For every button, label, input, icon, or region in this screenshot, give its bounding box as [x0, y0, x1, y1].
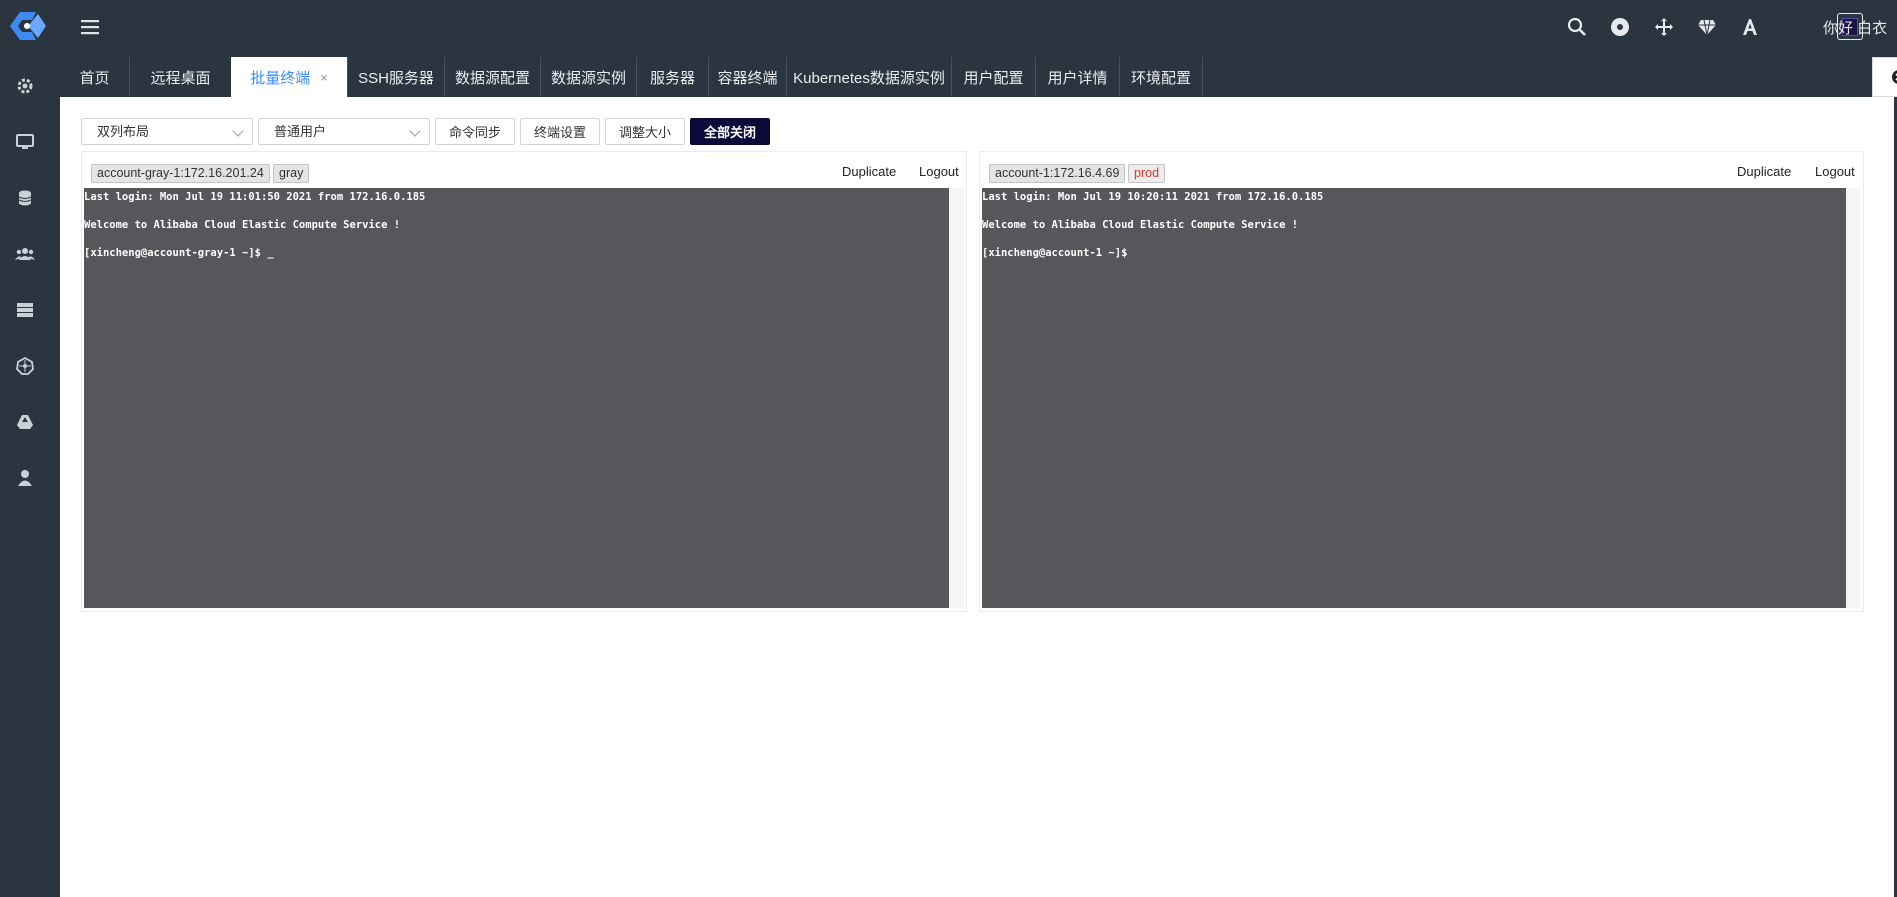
close-all-button[interactable]: 全部关闭: [690, 118, 770, 145]
duplicate-button[interactable]: Duplicate: [1737, 164, 1791, 179]
env-tag: gray: [273, 164, 310, 183]
command-sync-button[interactable]: 命令同步: [435, 118, 515, 145]
host-tag: account-gray-1:172.16.201.24: [91, 164, 270, 183]
drive-icon[interactable]: [13, 410, 37, 434]
tab-label: 服务器: [649, 69, 695, 87]
logout-button[interactable]: Logout: [919, 164, 959, 179]
tab-label: SSH服务器: [358, 69, 434, 87]
diamond-icon[interactable]: [1695, 15, 1719, 39]
terminal-screen[interactable]: Last login: Mon Jul 19 11:01:50 2021 fro…: [84, 188, 949, 608]
tab-container-terminal[interactable]: 容器终端: [708, 57, 786, 97]
terminal-prompt: [xincheng@account-gray-1 ~]$ _: [84, 247, 274, 259]
tab-label: 数据源实例: [550, 69, 626, 87]
terminal-settings-button[interactable]: 终端设置: [520, 118, 600, 145]
layout-select[interactable]: 双列布局: [81, 118, 253, 145]
env-tag: prod: [1128, 164, 1166, 183]
server-icon[interactable]: [13, 298, 37, 322]
tab-ssh-servers[interactable]: SSH服务器: [347, 57, 444, 97]
logout-button[interactable]: Logout: [1815, 164, 1855, 179]
tab-bar: 首页 远程桌面 批量终端 × SSH服务器 数据源配置 数据源实例 服务器 容器终…: [60, 57, 1897, 97]
terminal-scrollbar[interactable]: [950, 188, 964, 608]
tab-user-details[interactable]: 用户详情: [1035, 57, 1119, 97]
tab-label: 首页: [79, 69, 110, 87]
terminal-prompt: [xincheng@account-1 ~]$: [982, 247, 1128, 259]
tab-label: 远程桌面: [150, 69, 211, 87]
tab-home[interactable]: 首页: [60, 57, 129, 97]
host-tag: account-1:172.16.4.69: [989, 164, 1126, 183]
tab-label: 批量终端: [250, 69, 311, 87]
resize-button[interactable]: 调整大小: [605, 118, 685, 145]
tab-close-icon[interactable]: ×: [320, 70, 328, 85]
tab-remote-desktop[interactable]: 远程桌面: [129, 57, 231, 97]
tab-servers[interactable]: 服务器: [636, 57, 708, 97]
tab-label: 容器终端: [717, 69, 778, 87]
record-icon[interactable]: [1608, 15, 1632, 39]
monitor-icon[interactable]: [13, 130, 37, 154]
tab-user-config[interactable]: 用户配置: [951, 57, 1035, 97]
tab-actions: [1872, 57, 1897, 97]
duplicate-button[interactable]: Duplicate: [842, 164, 896, 179]
user-greeting[interactable]: 你好 白衣: [1823, 17, 1887, 38]
user-type-select[interactable]: 普通用户: [258, 118, 430, 145]
user-icon[interactable]: [13, 466, 37, 490]
tab-label: 环境配置: [1130, 69, 1191, 87]
close-all-tabs-icon[interactable]: [1891, 69, 1897, 90]
terminal-panel-header: account-1:172.16.4.69 prod Duplicate Log…: [980, 152, 1863, 188]
terminal-panel-header: account-gray-1:172.16.201.24 gray Duplic…: [82, 152, 966, 188]
tab-label: 用户详情: [1047, 69, 1108, 87]
chevron-down-icon: [409, 125, 421, 137]
font-icon[interactable]: [1738, 15, 1762, 39]
tab-datasource-config[interactable]: 数据源配置: [444, 57, 540, 97]
tab-label: 数据源配置: [454, 69, 530, 87]
terminal-line: Last login: Mon Jul 19 10:20:11 2021 fro…: [982, 191, 1324, 203]
user-type-select-value: 普通用户: [274, 124, 327, 139]
settings-icon[interactable]: [13, 74, 37, 98]
layout-select-value: 双列布局: [97, 124, 150, 139]
top-header: 你好 白衣: [60, 0, 1897, 57]
tab-batch-terminal[interactable]: 批量终端 ×: [231, 57, 347, 97]
tab-label: Kubernetes数据源实例: [793, 69, 945, 87]
main-content: 双列布局 普通用户 命令同步 终端设置 调整大小 全部关闭 account-gr…: [60, 97, 1894, 897]
sidebar: [0, 0, 60, 897]
tab-kubernetes-instances[interactable]: Kubernetes数据源实例: [786, 57, 951, 97]
chevron-down-icon: [232, 125, 244, 137]
tab-label: 用户配置: [963, 69, 1024, 87]
terminal-line: Welcome to Alibaba Cloud Elastic Compute…: [982, 219, 1299, 231]
search-icon[interactable]: [1565, 15, 1589, 39]
kubernetes-icon[interactable]: [13, 354, 37, 378]
terminal-scrollbar[interactable]: [1846, 188, 1860, 608]
menu-toggle-icon[interactable]: [79, 16, 101, 38]
terminal-line: Welcome to Alibaba Cloud Elastic Compute…: [84, 219, 401, 231]
users-icon[interactable]: [13, 242, 37, 266]
terminal-line: Last login: Mon Jul 19 11:01:50 2021 fro…: [84, 191, 426, 203]
app-logo[interactable]: [6, 6, 50, 46]
terminal-screen[interactable]: Last login: Mon Jul 19 10:20:11 2021 fro…: [982, 188, 1846, 608]
terminal-panel: account-1:172.16.4.69 prod Duplicate Log…: [979, 151, 1864, 612]
terminal-panel: account-gray-1:172.16.201.24 gray Duplic…: [81, 151, 967, 612]
tab-datasource-instances[interactable]: 数据源实例: [540, 57, 636, 97]
database-icon[interactable]: [13, 186, 37, 210]
move-icon[interactable]: [1652, 15, 1676, 39]
tab-env-config[interactable]: 环境配置: [1119, 57, 1203, 97]
